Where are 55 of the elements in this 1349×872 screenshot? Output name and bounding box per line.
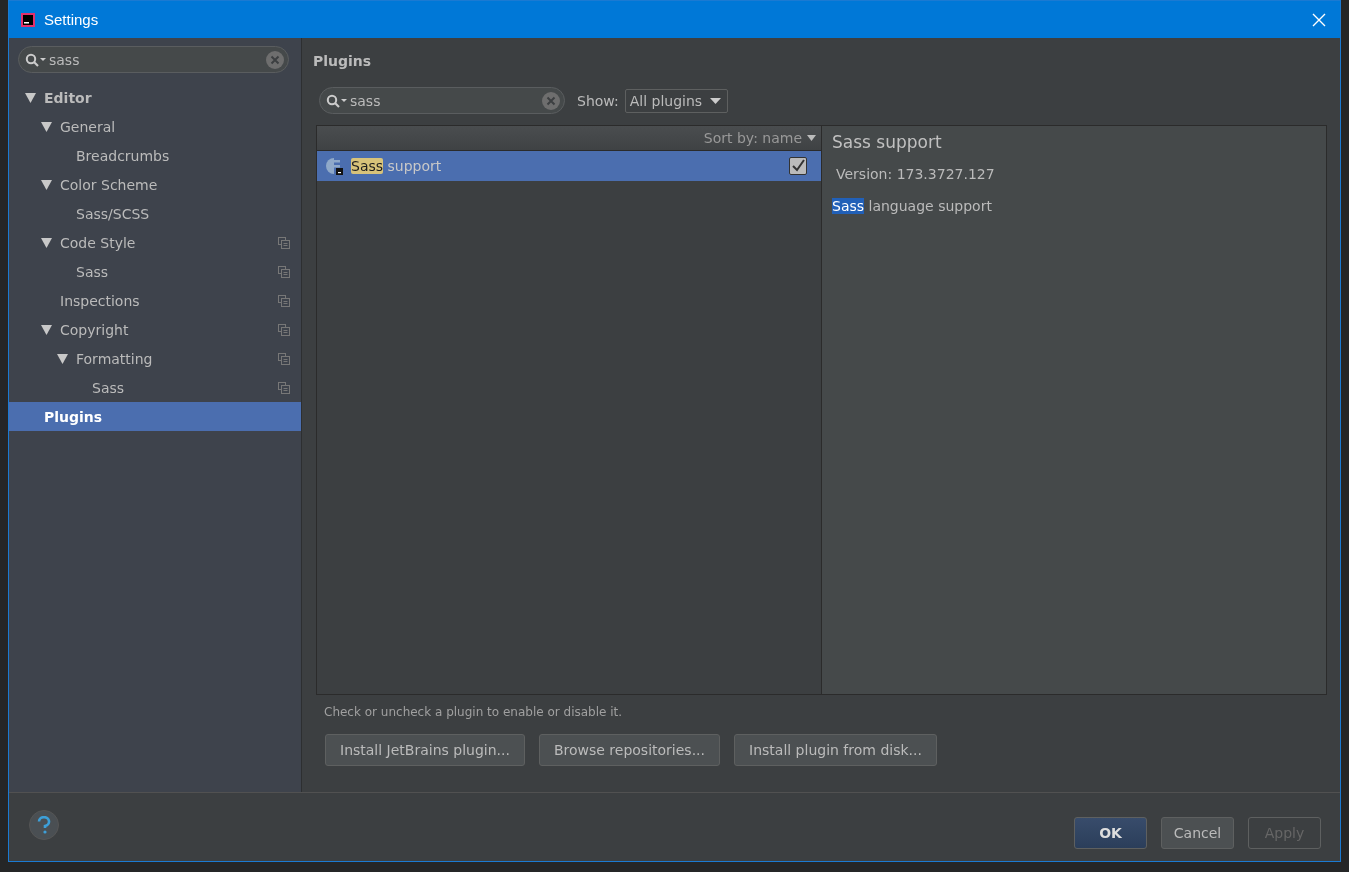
expand-arrow-icon[interactable] — [41, 179, 52, 190]
search-icon — [326, 93, 348, 108]
expand-arrow-icon[interactable] — [41, 324, 52, 335]
window-title: Settings — [44, 11, 100, 28]
plugin-title: Sass support — [832, 132, 943, 152]
expand-arrow-icon[interactable] — [57, 353, 68, 364]
version-text: Version: 173.3727.127 — [836, 166, 996, 182]
caret-icon — [807, 135, 816, 141]
search-text: sass — [350, 92, 381, 109]
dialog-button[interactable]: OK — [1074, 817, 1147, 849]
question-mark-icon — [36, 816, 52, 834]
description-text: Sass language support — [832, 198, 992, 214]
plug-icon — [323, 156, 345, 176]
tree-item[interactable]: Sass — [9, 257, 301, 286]
caret-icon — [710, 97, 722, 104]
search-icon — [25, 52, 47, 67]
tree-item[interactable]: Color Scheme — [9, 170, 301, 199]
plugin-checkbox[interactable] — [789, 157, 807, 175]
action-button[interactable]: Browse repositories... — [538, 734, 720, 766]
tree-item[interactable]: General — [9, 112, 301, 141]
tree-item[interactable]: Plugins — [9, 402, 301, 431]
search-field[interactable]: sass — [18, 46, 289, 73]
tree-item[interactable]: Editor — [9, 83, 301, 112]
search-field[interactable]: sass — [319, 87, 565, 114]
tree-item[interactable]: Code Style — [9, 228, 301, 257]
plugin-name: Sass support — [351, 158, 442, 174]
expand-arrow-icon[interactable] — [41, 237, 52, 248]
action-button[interactable]: Install plugin from disk... — [734, 734, 937, 766]
tree-item[interactable]: Sass — [9, 373, 301, 402]
hint-text: Check or uncheck a plugin to enable or disable it. — [324, 705, 624, 719]
copy-icon — [278, 381, 290, 394]
show-label: Show: — [577, 92, 619, 109]
checkmark-icon — [791, 159, 805, 173]
copy-icon — [278, 323, 290, 336]
page-title: Plugins — [313, 53, 373, 69]
copy-icon — [278, 236, 290, 249]
expand-arrow-icon[interactable] — [25, 92, 36, 103]
tree-item[interactable]: Sass/SCSS — [9, 199, 301, 228]
show-dropdown[interactable]: All plugins — [624, 88, 729, 113]
tree-item[interactable]: Inspections — [9, 286, 301, 315]
expand-arrow-icon[interactable] — [41, 121, 52, 132]
close-icon[interactable] — [1312, 12, 1326, 27]
sort-dropdown[interactable]: Sort by: name — [698, 130, 821, 146]
tree-item[interactable]: Breadcrumbs — [9, 141, 301, 170]
tree-item[interactable]: Copyright — [9, 315, 301, 344]
action-button[interactable]: Install JetBrains plugin... — [325, 734, 525, 766]
plugin-row[interactable]: Sass support — [317, 151, 821, 181]
dialog-button[interactable]: Cancel — [1161, 817, 1234, 849]
tree-item[interactable]: Formatting — [9, 344, 301, 373]
help-button[interactable] — [29, 810, 59, 840]
copy-icon — [278, 265, 290, 278]
copy-icon — [278, 352, 290, 365]
copy-icon — [278, 294, 290, 307]
app-logo-icon — [21, 12, 35, 27]
search-text: sass — [49, 51, 80, 68]
